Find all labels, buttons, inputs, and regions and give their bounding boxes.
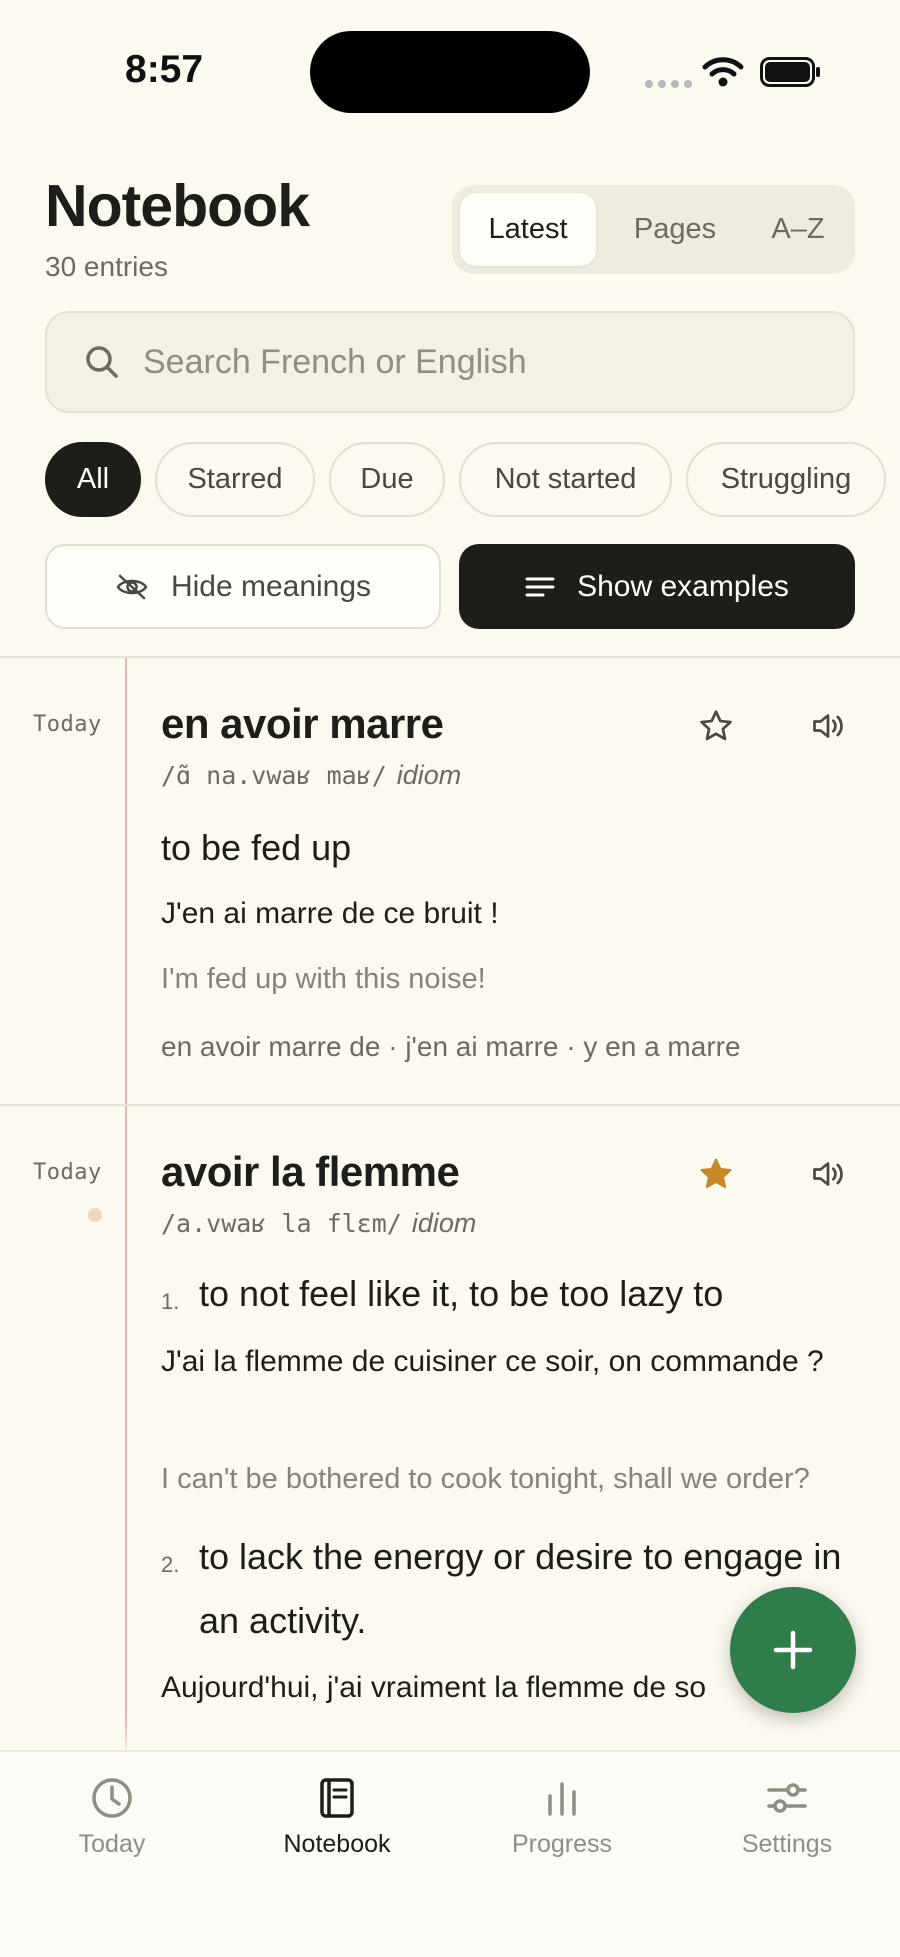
wifi-icon — [702, 57, 744, 87]
sense-translation: I can't be bothered to cook tonight, sha… — [161, 1463, 810, 1495]
sort-tab-pages[interactable]: Pages — [610, 193, 740, 266]
bar-chart-icon — [548, 1782, 576, 1816]
sliders-icon — [767, 1783, 807, 1813]
tab-label: Notebook — [283, 1830, 391, 1858]
filter-chip-all[interactable]: All — [45, 442, 141, 517]
status-time: 8:57 — [125, 48, 204, 91]
add-entry-button[interactable] — [730, 1587, 856, 1713]
lines-icon — [525, 577, 555, 596]
sense-number: 1. — [161, 1289, 180, 1314]
entry-date: Today — [33, 1160, 102, 1185]
sense-example: J'ai la flemme de cuisiner ce soir, on c… — [161, 1345, 824, 1378]
entry-part-of-speech: idiom — [396, 760, 462, 790]
filter-chip-not-started[interactable]: Not started — [459, 442, 672, 517]
hide-meanings-button[interactable]: Hide meanings — [45, 544, 441, 629]
entry-word: avoir la flemme — [161, 1148, 460, 1195]
tab-label: Progress — [511, 1830, 613, 1858]
sort-tab-latest[interactable]: Latest — [460, 193, 596, 266]
entries-count: 30 entries — [45, 251, 168, 282]
search-input[interactable] — [143, 342, 853, 382]
filter-chip-due[interactable]: Due — [329, 442, 445, 517]
star-outline-icon[interactable] — [698, 708, 734, 744]
entry-collocations: en avoir marre de · j'en ai marre · y en… — [161, 1031, 741, 1062]
tab-progress[interactable]: Progress — [472, 1776, 652, 1859]
plus-icon — [773, 1630, 813, 1670]
tab-settings[interactable]: Settings — [697, 1776, 877, 1859]
search-icon — [86, 346, 118, 378]
entry-example: J'en ai marre de ce bruit ! — [161, 897, 499, 930]
entry-divider — [0, 1104, 900, 1106]
tab-bar: Today Notebook Progress Settings — [0, 1750, 900, 1957]
star-filled-icon[interactable] — [698, 1156, 734, 1192]
show-examples-label: Show examples — [577, 569, 789, 603]
entry-meaning: to be fed up — [161, 827, 352, 868]
tab-label: Today — [78, 1830, 146, 1858]
tab-notebook[interactable]: Notebook — [247, 1776, 427, 1859]
content-fade — [0, 1720, 900, 1752]
speaker-icon[interactable] — [810, 1156, 846, 1192]
show-examples-button[interactable]: Show examples — [459, 544, 855, 629]
search-bar — [45, 311, 855, 413]
entry-translation: I'm fed up with this noise! — [161, 963, 486, 995]
eye-off-icon — [116, 574, 148, 599]
dynamic-island — [310, 31, 590, 113]
entry-part-of-speech: idiom — [411, 1208, 477, 1238]
battery-icon — [760, 57, 820, 87]
sort-segmented-control: Latest Pages A–Z — [452, 185, 855, 274]
clock-icon — [92, 1778, 132, 1818]
notebook-margin-line — [125, 658, 127, 1750]
list-top-divider — [0, 656, 900, 658]
entry-word: en avoir marre — [161, 700, 444, 747]
speaker-icon[interactable] — [810, 708, 846, 744]
tab-label: Settings — [741, 1830, 833, 1858]
sense-meaning: 1. to not feel like it, to be too lazy t… — [161, 1262, 861, 1326]
sense-number: 2. — [161, 1552, 180, 1577]
page-title: Notebook — [45, 173, 310, 239]
entry-ipa: /ɑ̃ na.vwaʁ maʁ/idiom — [161, 760, 462, 790]
filter-chip-struggling[interactable]: Struggling — [686, 442, 886, 517]
cellular-signal-icon — [645, 80, 692, 88]
entry-ipa: /a.vwaʁ la flɛm/idiom — [161, 1208, 477, 1238]
filter-chip-starred[interactable]: Starred — [155, 442, 315, 517]
tab-today[interactable]: Today — [22, 1776, 202, 1859]
hide-meanings-label: Hide meanings — [170, 569, 372, 603]
entry-date: Today — [33, 712, 102, 737]
status-dot — [88, 1208, 102, 1222]
sort-tab-a-z[interactable]: A–Z — [748, 193, 848, 266]
notebook-icon — [320, 1778, 354, 1818]
